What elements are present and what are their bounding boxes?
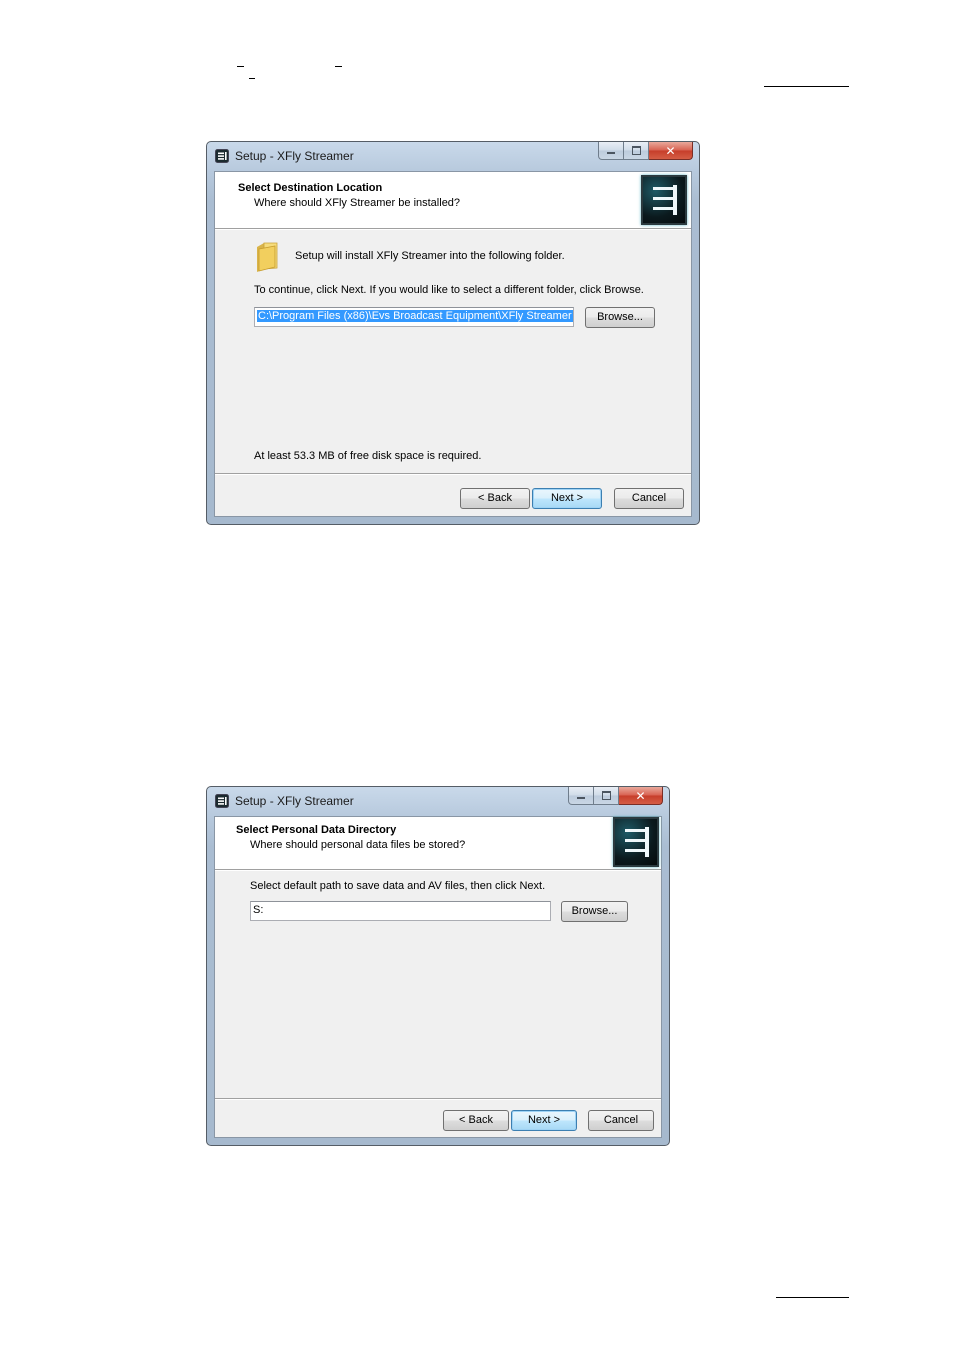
minimize-icon (577, 797, 585, 799)
cancel-button[interactable]: Cancel (614, 488, 684, 509)
install-intro-text: Setup will install XFly Streamer into th… (295, 250, 565, 262)
wizard-header: Select Destination Location Where should… (215, 172, 691, 230)
back-button[interactable]: < Back (443, 1110, 509, 1131)
wizard-client-area: Select Destination Location Where should… (214, 171, 692, 517)
close-button[interactable]: ✕ (649, 142, 693, 160)
setup-app-icon (215, 149, 229, 163)
next-button[interactable]: Next > (532, 488, 602, 509)
destination-path-value: C:\Program Files (x86)\Evs Broadcast Equ… (257, 310, 573, 322)
next-button[interactable]: Next > (511, 1110, 577, 1131)
title-bar[interactable]: Setup - XFly Streamer ✕ (207, 787, 669, 815)
close-icon: ✕ (665, 143, 676, 158)
back-button[interactable]: < Back (460, 488, 530, 509)
instruction-text: Select default path to save data and AV … (250, 880, 546, 892)
close-button[interactable]: ✕ (619, 787, 663, 805)
cancel-button[interactable]: Cancel (588, 1110, 654, 1131)
minimize-icon (607, 152, 615, 154)
folder-icon (257, 242, 278, 272)
data-path-field[interactable]: S: (250, 901, 551, 921)
footer-rule (776, 1297, 849, 1298)
destination-path-field[interactable]: C:\Program Files (x86)\Evs Broadcast Equ… (254, 307, 574, 327)
browse-button[interactable]: Browse... (585, 307, 655, 328)
evs-logo-icon (613, 817, 659, 867)
header-rule (764, 86, 849, 87)
disk-space-text: At least 53.3 MB of free disk space is r… (254, 450, 482, 462)
wizard-header: Select Personal Data Directory Where sho… (215, 817, 661, 871)
minimize-button[interactable] (598, 142, 624, 160)
page-title: Select Destination Location (238, 182, 383, 194)
setup-window-destination: Setup - XFly Streamer ✕ Select Destinati… (206, 141, 700, 525)
wizard-client-area: Select Personal Data Directory Where sho… (214, 816, 662, 1138)
maximize-button[interactable] (624, 142, 649, 160)
close-icon: ✕ (635, 788, 646, 803)
setup-window-personal-data: Setup - XFly Streamer ✕ Select Personal … (206, 786, 670, 1146)
instruction-text: To continue, click Next. If you would li… (254, 284, 644, 296)
page-subtitle: Where should personal data files be stor… (250, 839, 466, 851)
header-mark (335, 66, 342, 67)
page-title: Select Personal Data Directory (236, 824, 397, 836)
evs-logo-icon (641, 175, 687, 225)
maximize-icon (631, 146, 641, 155)
browse-button[interactable]: Browse... (561, 901, 628, 922)
setup-app-icon (215, 794, 229, 808)
header-mark (249, 78, 255, 79)
window-title: Setup - XFly Streamer (235, 794, 354, 808)
maximize-icon (601, 791, 611, 800)
page-subtitle: Where should XFly Streamer be installed? (254, 197, 461, 209)
title-bar[interactable]: Setup - XFly Streamer ✕ (207, 142, 699, 170)
maximize-button[interactable] (594, 787, 619, 805)
header-mark (237, 66, 244, 67)
footer-separator (215, 1098, 661, 1100)
footer-separator (215, 473, 691, 475)
minimize-button[interactable] (568, 787, 594, 805)
window-title: Setup - XFly Streamer (235, 149, 354, 163)
